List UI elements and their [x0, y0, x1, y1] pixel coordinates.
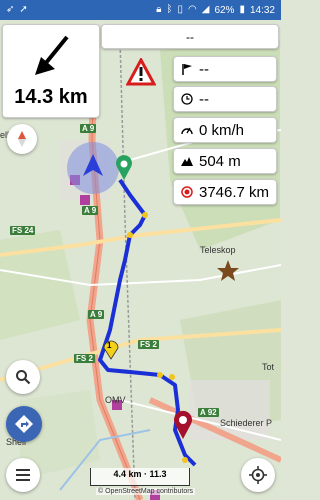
info-row-time[interactable]: -- — [173, 86, 277, 112]
my-location-icon — [249, 466, 267, 484]
menu-button[interactable] — [6, 458, 40, 492]
altitude-value: 504 m — [199, 152, 241, 170]
speed-value: 0 km/h — [199, 121, 245, 139]
route-icon: ➚ — [19, 4, 28, 15]
map-label-fuel: OMV — [105, 395, 126, 405]
mountain-icon — [180, 154, 194, 168]
info-row-altitude[interactable]: 504 m — [173, 148, 277, 174]
map-label-area: Schiederer P — [220, 418, 273, 428]
distance-to-turn: 14.3 km — [14, 86, 88, 108]
lock-icon: 🔒︎ — [156, 4, 162, 15]
destination-value: -- — [199, 60, 209, 78]
status-right: 🔒︎ ᛒ ▯ ◠ ◢ 62% ▮ 14:32 — [156, 5, 275, 16]
compass-icon — [18, 131, 26, 147]
start-pin — [116, 155, 132, 180]
status-bar: ➶ ➚ 🔒︎ ᛒ ▯ ◠ ◢ 62% ▮ 14:32 — [0, 0, 281, 20]
wifi-icon: ◠ — [188, 4, 197, 15]
waypoint-label: 1 — [107, 341, 112, 350]
record-icon — [180, 185, 194, 199]
battery-icon: ▮ — [239, 4, 245, 15]
road-shield: A 9 — [82, 206, 99, 215]
status-left: ➶ ➚ — [6, 5, 28, 15]
clock-icon — [180, 92, 194, 106]
status-time: 14:32 — [249, 4, 275, 16]
road-shield: A 9 — [80, 124, 97, 133]
top-info-strip[interactable]: -- — [101, 24, 279, 49]
top-strip-value: -- — [186, 30, 194, 44]
road-shield: A 9 — [88, 310, 105, 319]
compass-button[interactable] — [7, 124, 37, 154]
trip-distance-value: 3746.7 km — [199, 183, 270, 201]
signal-icon: ◢ — [201, 4, 210, 15]
map-label-edge: Tot — [262, 362, 275, 372]
my-location-button[interactable] — [241, 458, 275, 492]
info-row-destination[interactable]: -- — [173, 56, 277, 82]
road-shield: FS 2 — [74, 354, 95, 363]
time-value: -- — [199, 90, 209, 108]
directions-icon — [15, 415, 33, 433]
road-shield: A 92 — [198, 408, 219, 417]
current-location-marker — [67, 142, 119, 194]
menu-icon — [16, 469, 30, 481]
info-row-trip-distance[interactable]: 3746.7 km — [173, 179, 277, 205]
next-turn-panel[interactable]: 14.3 km — [2, 24, 100, 118]
speedometer-icon — [180, 123, 194, 137]
search-icon — [16, 370, 31, 385]
bluetooth-icon: ᛒ — [166, 4, 173, 15]
destination-pin — [174, 410, 192, 439]
road-shield: FS 24 — [10, 226, 36, 235]
road-shield: FS 2 — [138, 340, 159, 349]
search-button[interactable] — [6, 360, 40, 394]
directions-button[interactable] — [6, 406, 42, 442]
battery-percent: 62% — [214, 4, 235, 16]
map-label-poi: Teleskop — [200, 245, 236, 255]
info-row-speed[interactable]: 0 km/h — [173, 117, 277, 143]
vibrate-icon: ▯ — [177, 4, 183, 15]
warning-triangle-icon[interactable] — [126, 58, 156, 86]
arrow-down-left-icon — [35, 35, 69, 75]
flag-icon — [180, 62, 194, 76]
map-attribution[interactable]: © OpenStreetMap contributors — [96, 488, 196, 495]
navigation-app-icon: ➶ — [6, 4, 15, 15]
scale-bar: 4.4 km · 11.3 — [90, 468, 190, 486]
